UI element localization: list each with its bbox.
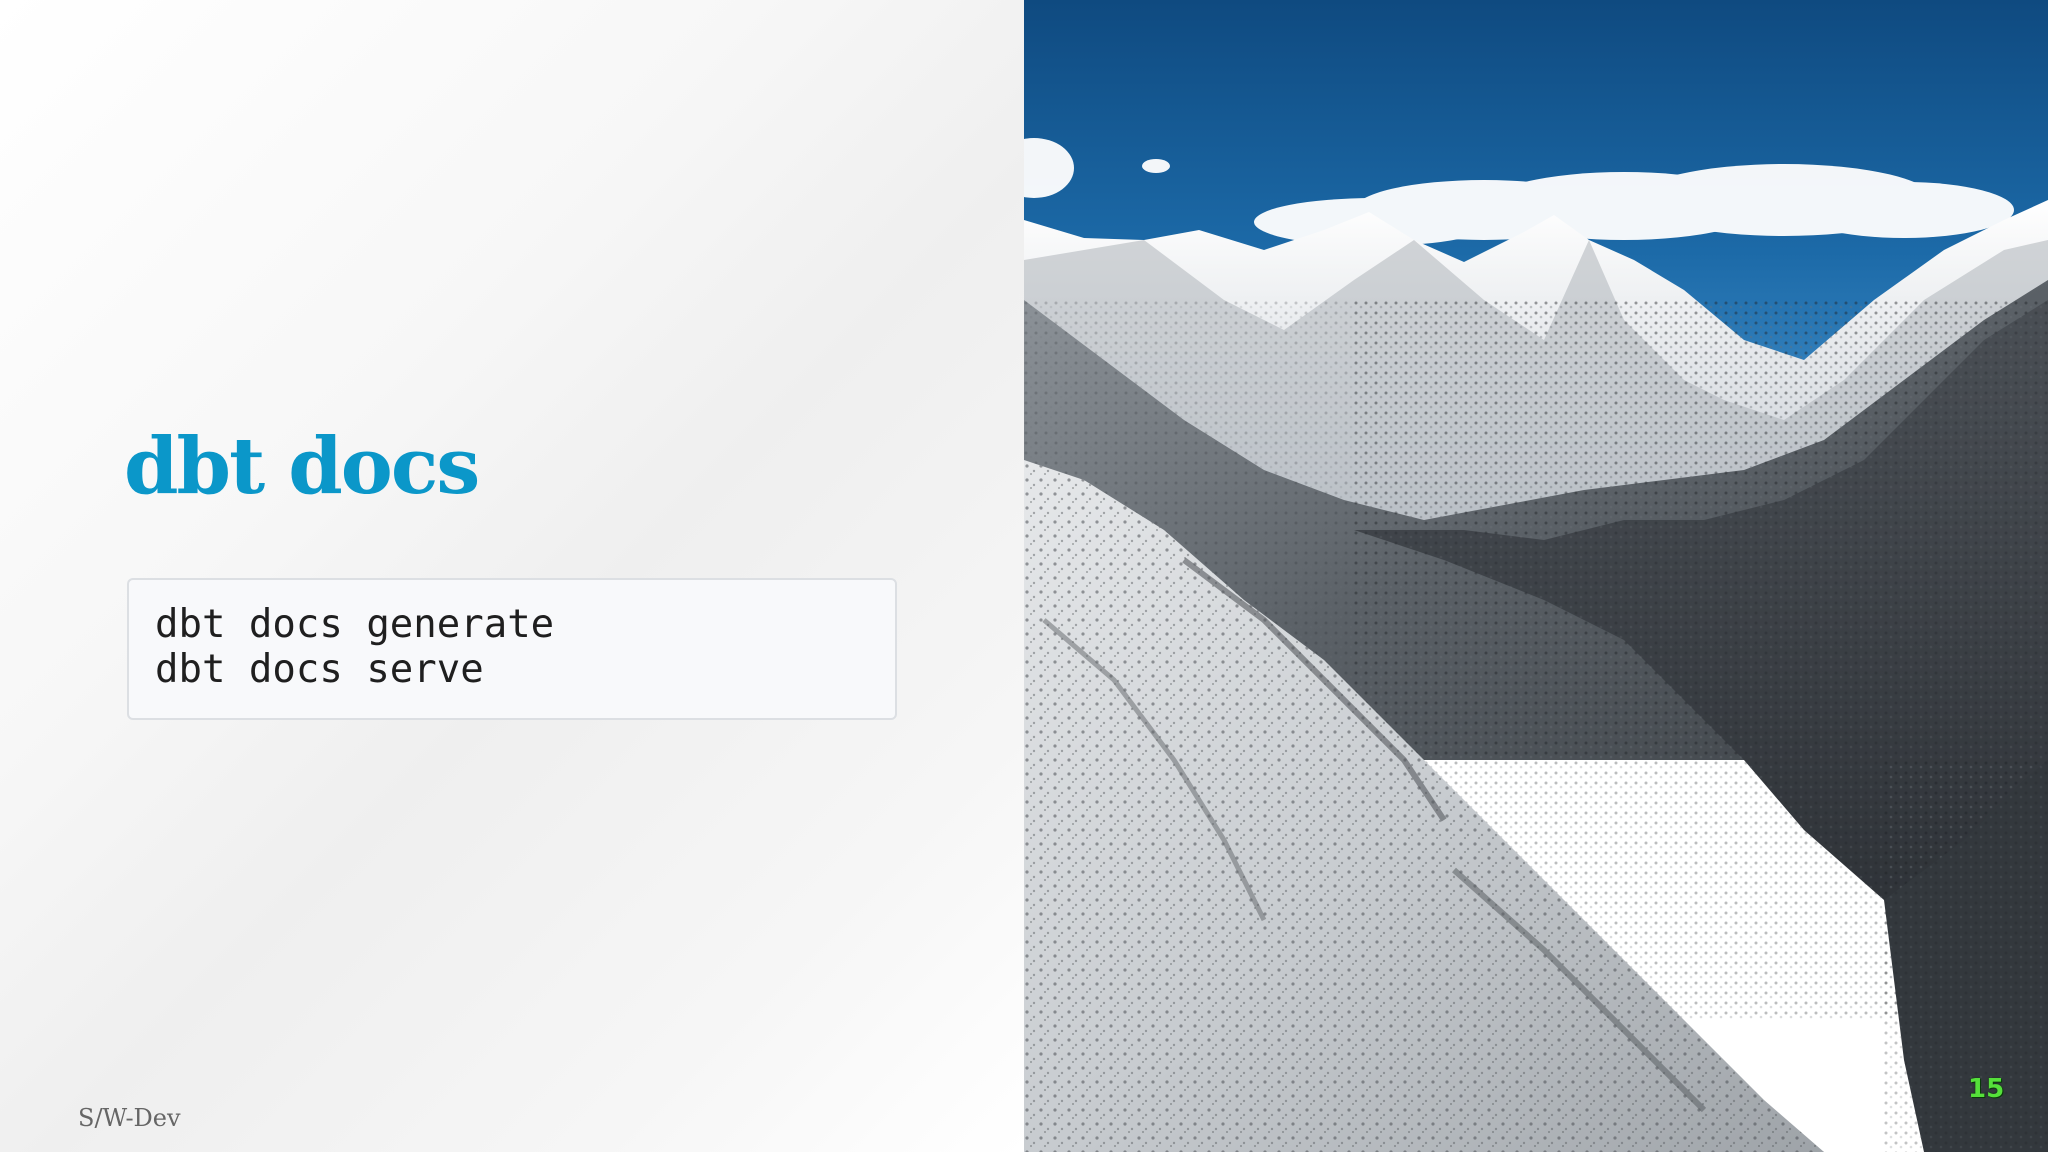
page-number: 15 [1968, 1074, 2005, 1104]
code-block: dbt docs generate dbt docs serve [127, 578, 897, 720]
mountain-image [1024, 0, 2048, 1152]
slide: dbt docs dbt docs generate dbt docs serv… [0, 0, 2048, 1152]
mountain-photo [1024, 0, 2048, 1152]
slide-title: dbt docs [124, 421, 480, 512]
footer-brand: S/W-Dev [78, 1104, 181, 1132]
code-line-generate: dbt docs generate [155, 602, 555, 647]
code-line-serve: dbt docs serve [155, 647, 484, 692]
left-panel: dbt docs dbt docs generate dbt docs serv… [0, 0, 1024, 1152]
